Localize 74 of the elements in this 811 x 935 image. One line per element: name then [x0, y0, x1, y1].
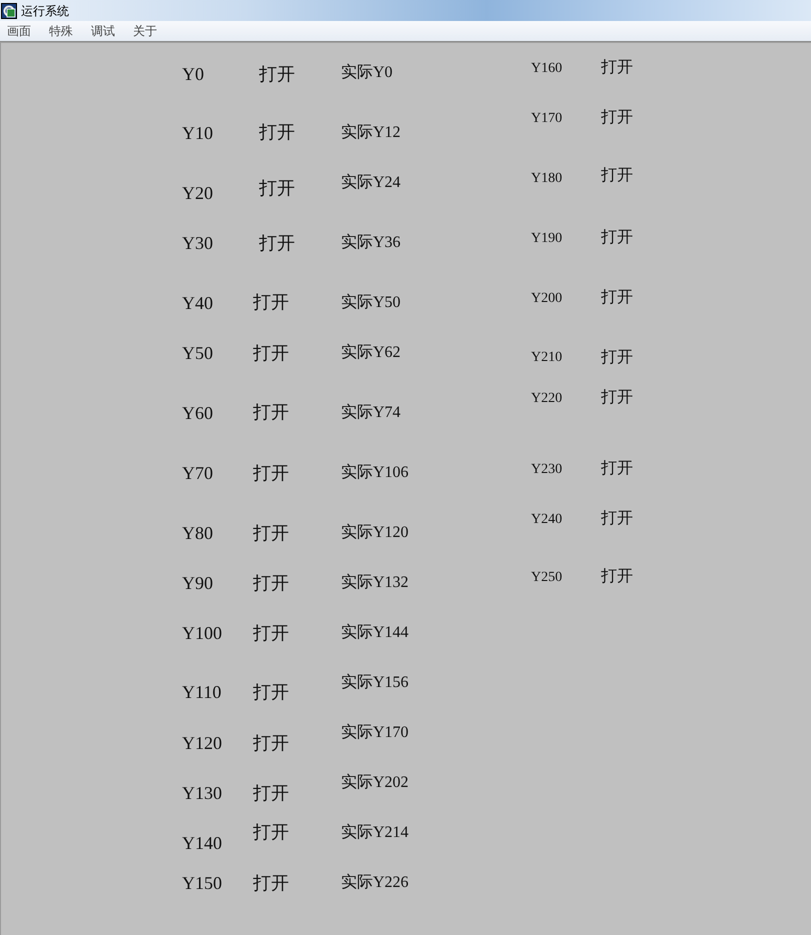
address-label: Y140	[182, 834, 222, 852]
address-label: Y30	[182, 234, 213, 252]
address-label: Y250	[531, 571, 562, 585]
address-label: Y200	[531, 292, 562, 306]
address-label: Y100	[182, 624, 222, 642]
state-label: 打开	[253, 734, 289, 752]
actual-address-label: 实际Y226	[341, 875, 409, 891]
actual-address-label: 实际Y36	[341, 235, 401, 251]
actual-address-label: 实际Y12	[341, 125, 401, 141]
state-label: 打开	[253, 823, 289, 841]
state-label: 打开	[601, 60, 633, 76]
state-label: 打开	[253, 293, 289, 311]
state-label: 打开	[601, 110, 633, 126]
state-label: 打开	[253, 344, 289, 362]
state-label: 打开	[253, 574, 289, 592]
address-label: Y230	[531, 463, 562, 477]
actual-address-label: 实际Y214	[341, 825, 409, 841]
actual-address-label: 实际Y170	[341, 725, 409, 741]
state-label: 打开	[259, 179, 295, 197]
menu-item[interactable]: 特殊	[45, 24, 77, 38]
state-label: 打开	[601, 350, 633, 366]
address-label: Y180	[531, 172, 562, 186]
address-label: Y0	[182, 65, 204, 83]
actual-address-label: 实际Y62	[341, 345, 401, 361]
state-label: 打开	[259, 123, 295, 141]
state-label: 打开	[601, 461, 633, 477]
actual-address-label: 实际Y132	[341, 575, 409, 591]
state-label: 打开	[253, 464, 289, 482]
window-title: 运行系统	[21, 4, 69, 16]
actual-address-label: 实际Y144	[341, 625, 409, 641]
address-label: Y160	[531, 62, 562, 76]
state-label: 打开	[601, 511, 633, 527]
actual-address-label: 实际Y156	[341, 675, 409, 691]
state-label: 打开	[601, 230, 633, 246]
address-label: Y10	[182, 124, 213, 142]
address-label: Y80	[182, 524, 213, 542]
state-label: 打开	[601, 390, 633, 406]
state-label: 打开	[259, 65, 295, 83]
menu-item[interactable]: 画面	[3, 24, 35, 38]
actual-address-label: 实际Y24	[341, 175, 401, 191]
state-label: 打开	[253, 784, 289, 802]
state-label: 打开	[253, 874, 289, 892]
address-label: Y20	[182, 184, 213, 202]
menu-item[interactable]: 关于	[129, 24, 161, 38]
actual-address-label: 实际Y106	[341, 465, 409, 481]
state-label: 打开	[253, 524, 289, 542]
address-label: Y110	[182, 683, 222, 701]
address-label: Y240	[531, 513, 562, 527]
address-label: Y150	[182, 874, 222, 892]
state-label: 打开	[253, 624, 289, 642]
menu-item[interactable]: 调试	[87, 24, 119, 38]
actual-address-label: 实际Y120	[341, 525, 409, 541]
address-label: Y70	[182, 464, 213, 482]
actual-address-label: 实际Y74	[341, 405, 401, 421]
address-label: Y50	[182, 344, 213, 362]
address-label: Y210	[531, 351, 562, 365]
address-label: Y220	[531, 392, 562, 406]
address-label: Y90	[182, 574, 213, 592]
actual-address-label: 实际Y50	[341, 295, 401, 311]
state-label: 打开	[259, 234, 295, 252]
state-label: 打开	[601, 168, 633, 184]
address-label: Y190	[531, 232, 562, 246]
address-label: Y120	[182, 734, 222, 752]
state-label: 打开	[601, 569, 633, 585]
address-label: Y130	[182, 784, 222, 802]
actual-address-label: 实际Y202	[341, 775, 409, 791]
state-label: 打开	[253, 403, 289, 421]
state-label: 打开	[253, 683, 289, 701]
address-label: Y40	[182, 294, 213, 312]
state-label: 打开	[601, 290, 633, 306]
address-label: Y60	[182, 404, 213, 422]
window-icon	[1, 2, 17, 18]
address-label: Y170	[531, 112, 562, 126]
actual-address-label: 实际Y0	[341, 65, 393, 81]
